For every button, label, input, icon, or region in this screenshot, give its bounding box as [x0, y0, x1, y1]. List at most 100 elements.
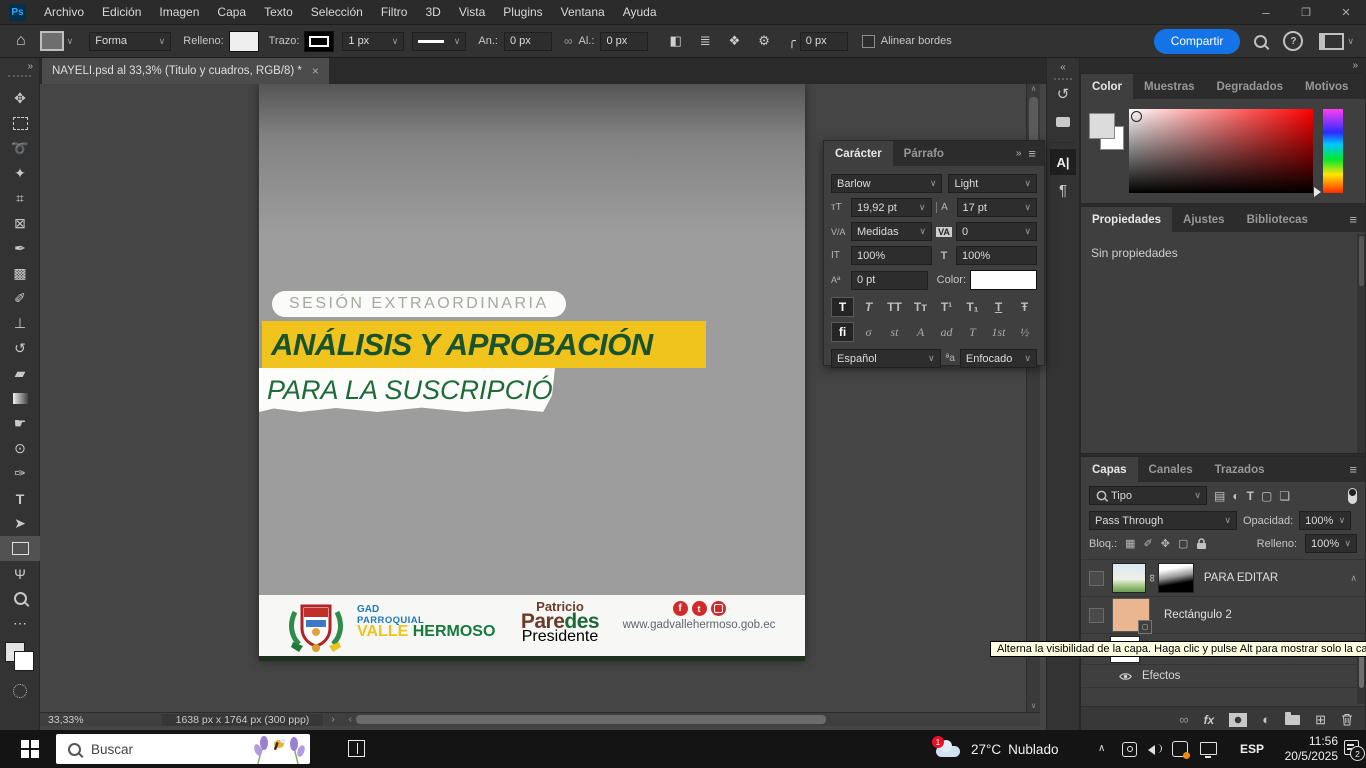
- effects-label[interactable]: Efectos: [1142, 670, 1180, 682]
- tab-close-icon[interactable]: ×: [312, 64, 319, 78]
- link-layers-icon[interactable]: ∞: [1179, 712, 1188, 727]
- poster-document[interactable]: SESIÓN EXTRAORDINARIA ANÁLISIS Y APROBAC…: [259, 84, 805, 661]
- kerning-select[interactable]: Medidas∨: [851, 222, 932, 241]
- zoom-tool[interactable]: [0, 586, 40, 611]
- marquee-tool[interactable]: [0, 111, 40, 136]
- tray-device-icon[interactable]: [1122, 742, 1137, 757]
- path-alignment-icon[interactable]: ≣: [691, 33, 720, 49]
- horizontal-scroll-thumb[interactable]: [356, 715, 826, 724]
- font-size-select[interactable]: 19,92 pt∨: [851, 198, 932, 217]
- layer-collapse-icon[interactable]: ∧: [1350, 573, 1357, 584]
- weather-widget[interactable]: 1 27°C Nublado: [936, 730, 1058, 768]
- lock-position-icon[interactable]: ✥: [1161, 537, 1170, 550]
- tab-trazados[interactable]: Trazados: [1204, 457, 1276, 482]
- brush-tool[interactable]: ✐: [0, 286, 40, 311]
- adjustment-layer-icon[interactable]: ◐: [1262, 712, 1270, 727]
- mask-link-icon[interactable]: ∞: [1146, 574, 1158, 582]
- status-expand-icon[interactable]: ›: [331, 714, 334, 725]
- leading-select[interactable]: 17 pt∨: [957, 198, 1038, 217]
- quick-selection-tool[interactable]: ✦: [0, 161, 40, 186]
- filter-type-layers-icon[interactable]: T: [1247, 489, 1254, 503]
- frame-tool[interactable]: ⊠: [0, 211, 40, 236]
- lock-all-icon[interactable]: [1196, 538, 1207, 550]
- font-style-select[interactable]: Light∨: [948, 174, 1037, 193]
- share-button[interactable]: Compartir: [1154, 29, 1241, 54]
- vertical-scale-input[interactable]: 100%: [851, 246, 932, 265]
- task-view-button[interactable]: [334, 730, 378, 766]
- tray-network-icon[interactable]: [1200, 742, 1217, 755]
- panel-menu-icon[interactable]: ≡: [1028, 146, 1036, 161]
- menu-vista[interactable]: Vista: [450, 5, 494, 19]
- hue-slider[interactable]: [1323, 109, 1343, 193]
- tool-preset-icon[interactable]: [40, 31, 64, 51]
- layer-thumbnail-photo[interactable]: [1112, 563, 1146, 593]
- pen-tool[interactable]: ✑: [0, 461, 40, 486]
- menu-capa[interactable]: Capa: [208, 5, 255, 19]
- crop-tool[interactable]: ⌗: [0, 186, 40, 211]
- all-caps-button[interactable]: TT: [883, 297, 906, 317]
- clone-stamp-tool[interactable]: ⊥: [0, 311, 40, 336]
- visibility-checkbox-para-editar[interactable]: [1089, 571, 1104, 586]
- stylistic-alternates-button[interactable]: ad: [935, 322, 958, 342]
- height-input[interactable]: 0 px: [600, 32, 648, 51]
- layer-row-para-editar[interactable]: ∞ PARA EDITAR ∧: [1081, 560, 1365, 597]
- properties-panel-menu-icon[interactable]: ≡: [1349, 212, 1357, 227]
- comments-panel-icon[interactable]: [1047, 108, 1079, 136]
- panel-foreground-swatch[interactable]: [1089, 113, 1115, 139]
- color-swatches[interactable]: [5, 642, 35, 672]
- paragraph-panel-icon[interactable]: ¶: [1047, 175, 1079, 205]
- tracking-select[interactable]: 0∨: [956, 222, 1037, 241]
- scroll-down-icon[interactable]: ∨: [1027, 701, 1040, 710]
- gradient-tool[interactable]: [0, 386, 40, 411]
- ordinals-button[interactable]: 1st: [987, 322, 1010, 342]
- lasso-tool[interactable]: ➰: [0, 136, 40, 161]
- tab-canales[interactable]: Canales: [1138, 457, 1204, 482]
- filter-smart-objects-icon[interactable]: ❏: [1279, 489, 1290, 503]
- shape-settings-gear-icon[interactable]: ⚙: [749, 33, 779, 49]
- color-gradient-field[interactable]: [1129, 109, 1313, 193]
- dodge-tool[interactable]: ⊙: [0, 436, 40, 461]
- menu-texto[interactable]: Texto: [255, 5, 302, 19]
- tab-caracter[interactable]: Carácter: [824, 141, 893, 166]
- character-panel-icon[interactable]: A|: [1050, 149, 1076, 175]
- layer-name[interactable]: Rectángulo 2: [1164, 609, 1232, 621]
- filter-shape-layers-icon[interactable]: ▢: [1261, 489, 1272, 503]
- tab-degradados[interactable]: Degradados: [1206, 74, 1294, 99]
- scroll-up-icon[interactable]: ∧: [1027, 84, 1040, 93]
- lock-artboard-icon[interactable]: ▢: [1178, 537, 1188, 550]
- new-group-icon[interactable]: [1285, 715, 1300, 725]
- workspace-icon[interactable]: [1319, 33, 1344, 50]
- help-icon[interactable]: ?: [1283, 31, 1303, 51]
- eraser-tool[interactable]: ▰: [0, 361, 40, 386]
- menu-seleccion[interactable]: Selección: [302, 5, 372, 19]
- menu-imagen[interactable]: Imagen: [150, 5, 208, 19]
- workspace-chevron-icon[interactable]: ∨: [1347, 36, 1354, 47]
- hand-tool[interactable]: Ψ: [0, 561, 40, 586]
- layer-name[interactable]: PARA EDITAR: [1204, 572, 1278, 584]
- search-icon[interactable]: [1254, 35, 1267, 48]
- antialias-select[interactable]: Enfocado∨: [960, 349, 1037, 368]
- tab-parrafo[interactable]: Párrafo: [893, 141, 955, 166]
- dock-collapse-icon[interactable]: «: [1047, 58, 1079, 73]
- subscript-button[interactable]: T₁: [961, 297, 984, 317]
- delete-layer-icon[interactable]: [1341, 713, 1353, 726]
- tool-mode-select[interactable]: Forma∨: [89, 32, 171, 51]
- link-dimensions-icon[interactable]: ∞: [564, 34, 573, 48]
- stroke-swatch[interactable]: [304, 31, 334, 52]
- healing-brush-tool[interactable]: ▩: [0, 261, 40, 286]
- properties-scrollbar[interactable]: [1357, 234, 1365, 453]
- panel-expand-icon[interactable]: »: [1016, 148, 1022, 159]
- layers-panel-menu-icon[interactable]: ≡: [1349, 462, 1357, 477]
- start-button[interactable]: [10, 730, 50, 768]
- path-selection-tool[interactable]: ➤: [0, 511, 40, 536]
- zoom-level[interactable]: 33,33%: [48, 714, 84, 726]
- filter-pixel-layers-icon[interactable]: ▤: [1214, 489, 1225, 503]
- visibility-checkbox-rectangulo-2[interactable]: [1089, 608, 1104, 623]
- rectangle-tool[interactable]: [0, 536, 40, 561]
- quick-mask-icon[interactable]: [0, 678, 40, 703]
- path-arrangement-icon[interactable]: ❖: [720, 33, 750, 49]
- language-select[interactable]: Español∨: [831, 349, 941, 368]
- eyedropper-tool[interactable]: ✒: [0, 236, 40, 261]
- horizontal-scale-input[interactable]: 100%: [956, 246, 1037, 265]
- small-caps-button[interactable]: Tᴛ: [909, 297, 932, 317]
